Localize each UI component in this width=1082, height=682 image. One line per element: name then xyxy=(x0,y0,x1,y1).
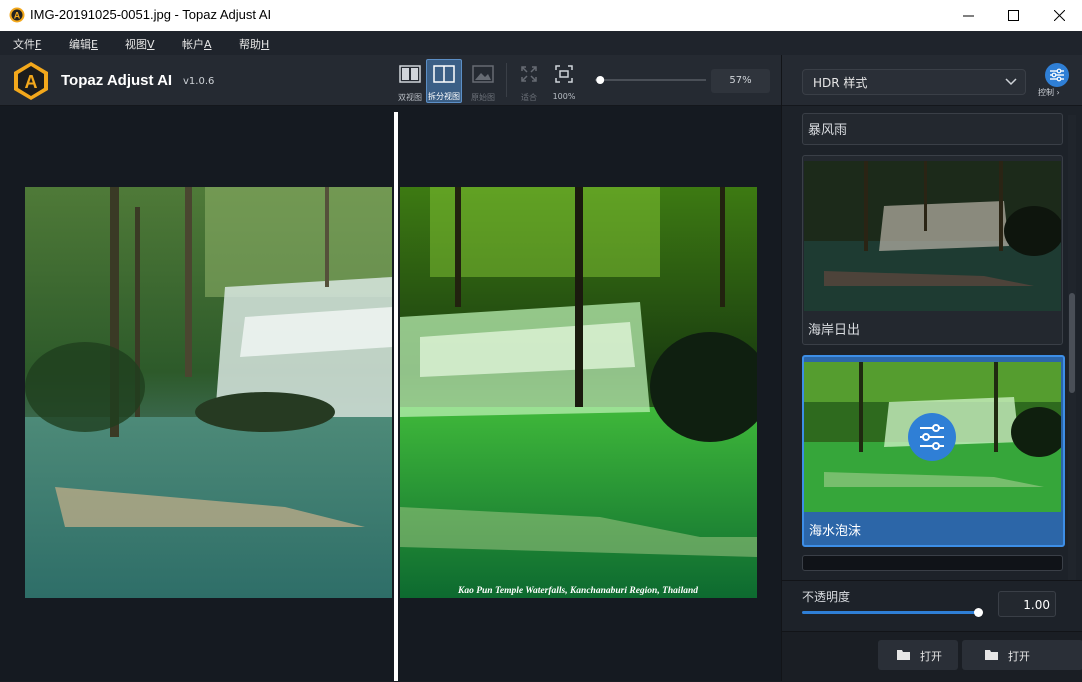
opacity-label: 不透明度 xyxy=(802,590,851,604)
menu-view-label: 视图 xyxy=(125,38,147,51)
menu-help-key: H xyxy=(261,38,270,51)
actual-size-icon xyxy=(555,65,573,83)
window-title: IMG-20191025-0051.jpg - Topaz Adjust AI xyxy=(30,7,272,22)
brand-name: Topaz Adjust AI xyxy=(61,72,173,89)
preset-card-coastal-sunrise[interactable]: 海岸日出 xyxy=(802,155,1063,345)
zoom-slider[interactable] xyxy=(593,73,708,87)
open-label-2: 打开 xyxy=(1008,650,1030,663)
chevron-right-icon: › xyxy=(1056,88,1060,97)
split-view-icon xyxy=(433,65,455,83)
split-view-button[interactable]: 拆分视图 xyxy=(426,59,462,103)
dual-view-icon xyxy=(399,65,421,83)
open-button-1[interactable]: 打开 xyxy=(878,640,958,670)
maximize-icon xyxy=(1007,10,1019,21)
toolbar-divider xyxy=(506,63,507,97)
preset-card-sea-foam[interactable]: 海水泡沫 xyxy=(802,355,1065,547)
zoom-value-field[interactable]: 57% xyxy=(711,69,770,93)
sliders-overlay-icon xyxy=(920,424,944,450)
menu-help[interactable]: 帮助H xyxy=(239,36,269,52)
original-label: 原始图 xyxy=(471,93,495,102)
menu-view-key: V xyxy=(147,38,155,51)
menu-edit[interactable]: 编辑E xyxy=(69,36,98,52)
opacity-value-field[interactable]: 1.00 xyxy=(998,591,1056,617)
dual-view-button[interactable]: 双视图 xyxy=(393,61,427,103)
right-panel-header: HDR 样式 控制 › xyxy=(782,55,1082,106)
folder-icon xyxy=(985,650,998,660)
preset-scrollbar-thumb[interactable] xyxy=(1069,293,1075,393)
chevron-down-icon xyxy=(1005,78,1017,86)
app-logo-icon: A xyxy=(9,7,25,23)
image-caption: Kao Pun Temple Waterfalls, Kanchanaburi … xyxy=(457,586,698,596)
menu-account-label: 帐户 xyxy=(182,38,204,51)
preset-label-storm: 暴风雨 xyxy=(808,123,848,138)
folder-icon xyxy=(897,650,910,660)
preset-card-next[interactable] xyxy=(802,555,1063,571)
fit-label: 适合 xyxy=(521,93,537,102)
open-button-2[interactable]: 打开 xyxy=(962,640,1082,670)
controls-button[interactable] xyxy=(1045,63,1069,87)
dual-view-label: 双视图 xyxy=(398,93,422,102)
original-button[interactable]: 原始图 xyxy=(466,61,500,103)
preset-thumbnail-sea-foam xyxy=(804,362,1061,512)
split-divider[interactable] xyxy=(394,112,398,681)
brand-version: v1.0.6 xyxy=(183,76,215,87)
preset-thumbnail-coastal-sunrise xyxy=(804,161,1061,311)
svg-text:A: A xyxy=(25,72,38,92)
close-button[interactable] xyxy=(1036,0,1082,31)
maximize-button[interactable] xyxy=(990,0,1036,31)
menu-edit-key: E xyxy=(91,38,98,51)
image-icon xyxy=(472,65,494,83)
controls-label-text: 控制 xyxy=(1038,88,1054,97)
topaz-logo-icon: A xyxy=(14,62,48,100)
title-bar: A IMG-20191025-0051.jpg - Topaz Adjust A… xyxy=(0,0,1082,31)
menu-edit-label: 编辑 xyxy=(69,38,91,51)
menu-file-label: 文件 xyxy=(13,38,35,51)
menu-bar: 文件F 编辑E 视图V 帐户A 帮助H xyxy=(0,31,1082,55)
preset-label-coastal-sunrise: 海岸日出 xyxy=(808,323,861,338)
opacity-slider-knob[interactable] xyxy=(974,608,983,617)
menu-file[interactable]: 文件F xyxy=(13,36,41,52)
fit-button[interactable]: 适合 xyxy=(512,61,546,103)
menu-file-key: F xyxy=(35,38,42,51)
zoom-100-button[interactable]: 100% xyxy=(547,61,581,103)
menu-help-label: 帮助 xyxy=(239,38,261,51)
opacity-section: 不透明度 1.00 xyxy=(782,580,1082,631)
zoom-slider-knob[interactable] xyxy=(596,76,605,84)
sliders-icon xyxy=(1050,68,1064,82)
opacity-slider-track[interactable] xyxy=(802,611,978,614)
controls-label: 控制 › xyxy=(1038,87,1060,98)
original-image xyxy=(25,187,392,598)
preset-card-storm[interactable]: 暴风雨 xyxy=(802,113,1063,145)
menu-account[interactable]: 帐户A xyxy=(182,36,212,52)
preset-label-sea-foam: 海水泡沫 xyxy=(809,524,862,539)
processed-image: Kao Pun Temple Waterfalls, Kanchanaburi … xyxy=(400,187,757,598)
style-dropdown[interactable]: HDR 样式 xyxy=(802,69,1026,95)
toolbar: A Topaz Adjust AI v1.0.6 双视图 拆分视图 原始图 适合… xyxy=(0,55,781,106)
style-dropdown-label: HDR 样式 xyxy=(813,76,868,90)
minimize-button[interactable] xyxy=(945,0,991,31)
fit-icon xyxy=(521,66,537,82)
svg-text:A: A xyxy=(14,11,21,21)
split-view-label: 拆分视图 xyxy=(428,92,460,101)
menu-account-key: A xyxy=(204,38,212,51)
menu-view[interactable]: 视图V xyxy=(125,36,155,52)
open-label-1: 打开 xyxy=(920,650,942,663)
minimize-icon xyxy=(962,15,974,17)
image-canvas[interactable]: Kao Pun Temple Waterfalls, Kanchanaburi … xyxy=(0,106,781,681)
close-icon xyxy=(1053,10,1065,21)
right-panel: HDR 样式 控制 › 暴风雨 海岸日出 海水泡沫 不透明度 1.00 打开 打… xyxy=(781,55,1082,682)
zoom-100-label: 100% xyxy=(552,92,576,101)
